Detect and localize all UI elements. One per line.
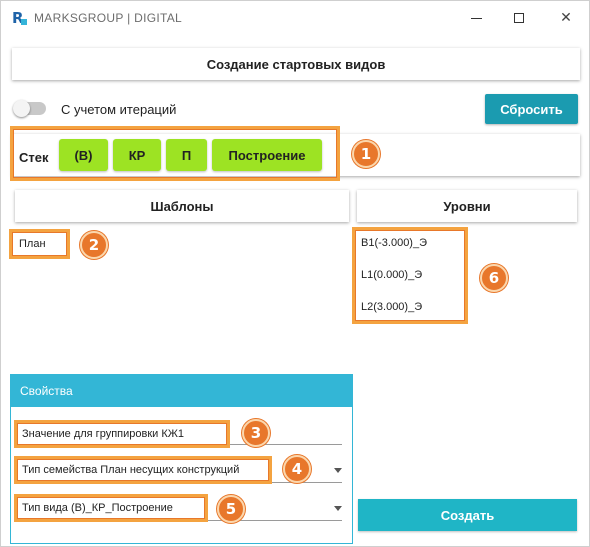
toggle-knob[interactable] [13, 100, 30, 117]
maximize-button[interactable] [499, 5, 539, 31]
callout-badge-1: 1 [352, 140, 380, 168]
stack-chip-kr[interactable]: КР [113, 139, 161, 171]
close-icon: ✕ [560, 10, 572, 26]
view-type-select[interactable]: Тип вида (В)_КР_Построение [22, 502, 173, 514]
callout-badge-2: 2 [80, 231, 108, 259]
family-type-select[interactable]: Тип семейства План несущих конструкций [22, 464, 239, 476]
stack-chip-postroenie[interactable]: Построение [212, 139, 322, 171]
iterations-toggle-label: С учетом итераций [61, 102, 177, 117]
stack-chip-p[interactable]: П [166, 139, 207, 171]
iterations-toggle[interactable] [13, 100, 46, 117]
group-value-field[interactable]: Значение для группировки КЖ1 [22, 428, 184, 440]
level-item[interactable]: В1(-3.000)_Э [361, 237, 427, 249]
template-item-plan[interactable]: План [19, 238, 46, 250]
templates-section-button[interactable]: Шаблоны [15, 190, 349, 222]
minimize-button[interactable] [456, 5, 496, 31]
properties-header: Свойства [11, 375, 352, 407]
callout-badge-4: 4 [283, 455, 311, 483]
stack-chip-v[interactable]: (В) [59, 139, 108, 171]
chevron-down-icon[interactable] [334, 506, 342, 511]
close-button[interactable]: ✕ [546, 5, 586, 31]
app-logo-icon: R [12, 10, 28, 26]
callout-badge-3: 3 [242, 419, 270, 447]
maximize-icon [514, 13, 524, 23]
stack-label: Стек [19, 150, 49, 165]
chevron-down-icon[interactable] [334, 468, 342, 473]
level-item[interactable]: L2(3.000)_Э [361, 301, 422, 313]
callout-badge-6: 6 [480, 264, 508, 292]
callout-badge-5: 5 [217, 495, 245, 523]
app-window: R MARKSGROUP | DIGITAL ✕ Создание старто… [0, 0, 590, 547]
levels-section-button[interactable]: Уровни [357, 190, 577, 222]
level-item[interactable]: L1(0.000)_Э [361, 269, 422, 281]
create-button[interactable]: Создать [358, 499, 577, 531]
page-title: Создание стартовых видов [12, 48, 580, 80]
title-bar: R MARKSGROUP | DIGITAL ✕ [1, 1, 589, 35]
minimize-icon [470, 17, 482, 19]
window-title: MARKSGROUP | DIGITAL [34, 11, 183, 25]
reset-button[interactable]: Сбросить [485, 94, 578, 124]
